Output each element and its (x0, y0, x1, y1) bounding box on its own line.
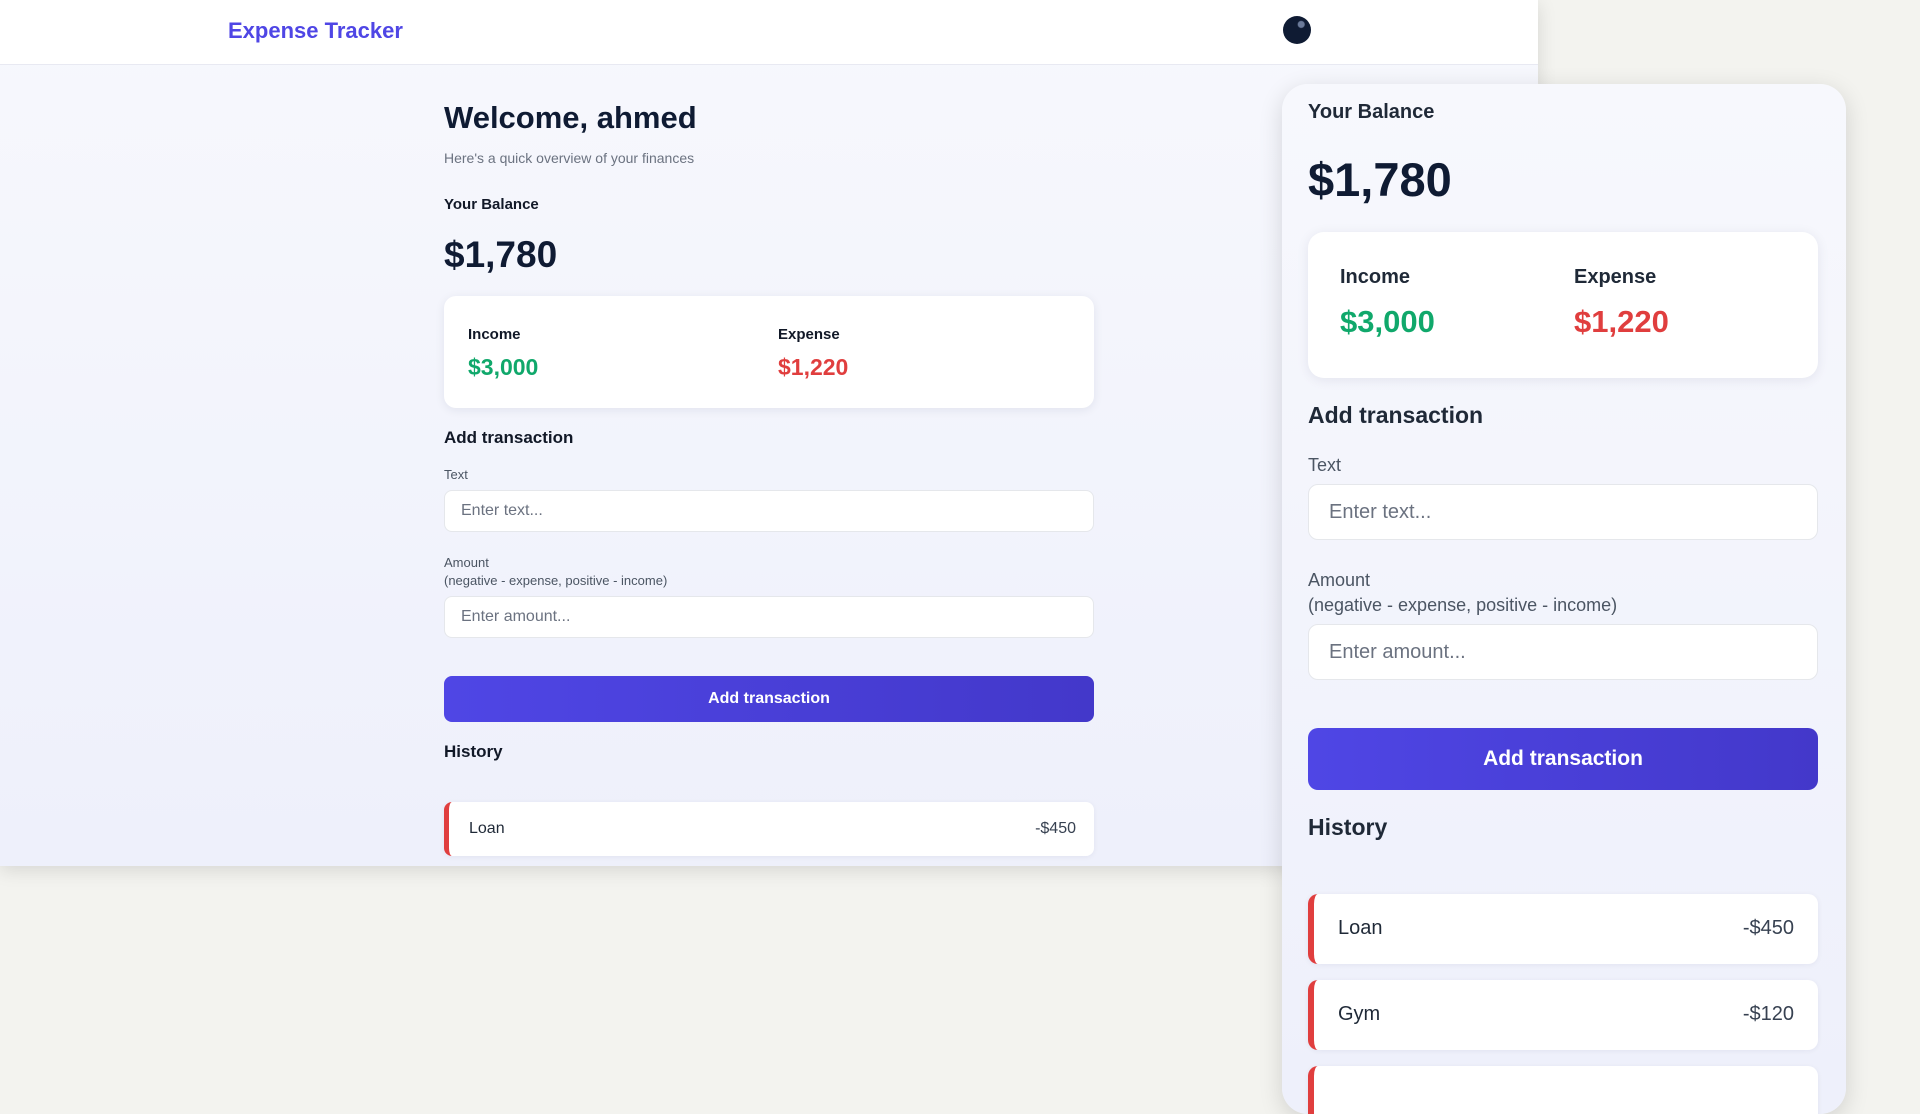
panel-history-item-gym[interactable]: Gym -$120 (1308, 980, 1818, 1050)
history-item-text: Gym (1338, 1003, 1381, 1025)
panel-history-item-loan[interactable]: Loan -$450 (1308, 894, 1818, 964)
panel-amount-hint: (negative - expense, positive - income) (1308, 595, 1618, 615)
panel-history-item-partial[interactable] (1308, 1066, 1818, 1114)
panel-add-transaction-heading: Add transaction (1308, 402, 1484, 428)
panel-income-expense-card: Income $3,000 Expense $1,220 (1308, 232, 1818, 378)
zoomed-panel: Your Balance $1,780 Income $3,000 Expens… (1282, 84, 1846, 1114)
panel-history-heading: History (1308, 814, 1388, 840)
amount-label: Amount (444, 555, 489, 570)
amount-input[interactable] (444, 596, 1094, 638)
history-item-amount: -$450 (1742, 917, 1794, 939)
add-transaction-button[interactable]: Add transaction (444, 676, 1094, 722)
income-value: $3,000 (468, 354, 539, 380)
amount-hint: (negative - expense, positive - income) (444, 573, 668, 588)
panel-income-label: Income (1340, 266, 1411, 288)
app-logo-title[interactable]: Expense Tracker (228, 18, 403, 44)
panel-expense-value: $1,220 (1574, 304, 1669, 339)
panel-balance-label: Your Balance (1308, 101, 1435, 123)
text-input[interactable] (444, 490, 1094, 532)
income-expense-card: Income $3,000 Expense $1,220 (444, 296, 1094, 408)
panel-balance-value: $1,780 (1308, 153, 1452, 206)
history-item-text: Loan (1338, 917, 1383, 939)
history-item-amount: -$120 (1742, 1003, 1794, 1025)
balance-label: Your Balance (444, 196, 539, 213)
panel-add-transaction-button[interactable]: Add transaction (1308, 728, 1818, 790)
welcome-heading: Welcome, ahmed (444, 100, 697, 135)
history-heading: History (444, 742, 503, 761)
amount-field-label: Amount (negative - expense, positive - i… (444, 554, 667, 590)
income-label: Income (468, 326, 521, 343)
history-item-text: Loan (469, 820, 505, 837)
panel-amount-input[interactable] (1308, 624, 1818, 680)
expense-label: Expense (778, 326, 840, 343)
panel-expense-label: Expense (1574, 266, 1657, 288)
history-item-loan[interactable]: Loan -$450 (444, 802, 1094, 856)
history-item-amount: -$450 (1035, 820, 1076, 837)
expense-value: $1,220 (778, 354, 849, 380)
user-avatar[interactable] (1283, 16, 1311, 44)
text-field-label: Text (444, 467, 468, 482)
add-transaction-heading: Add transaction (444, 428, 574, 447)
balance-value: $1,780 (444, 234, 558, 275)
welcome-subtitle: Here's a quick overview of your finances (444, 150, 695, 166)
top-navbar: Expense Tracker (0, 0, 1538, 65)
panel-text-field-label: Text (1308, 455, 1342, 475)
panel-income-value: $3,000 (1340, 304, 1435, 339)
panel-amount-field-label: Amount (negative - expense, positive - i… (1308, 568, 1617, 618)
panel-text-input[interactable] (1308, 484, 1818, 540)
panel-amount-label: Amount (1308, 570, 1371, 590)
